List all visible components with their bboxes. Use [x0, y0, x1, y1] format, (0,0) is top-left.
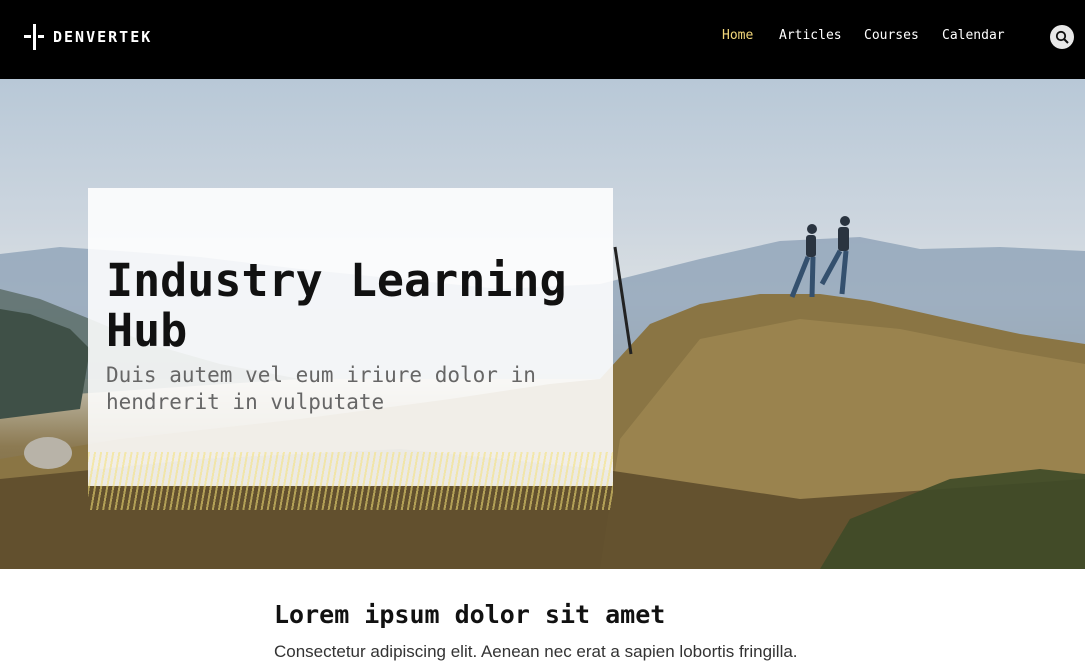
search-button[interactable] — [1050, 25, 1074, 49]
brand-name: DENVERTEK — [53, 28, 153, 46]
section-text: Consectetur adipiscing elit. Aenean nec … — [274, 642, 798, 661]
logo-mark-icon — [24, 24, 44, 50]
nav-item-calendar[interactable]: Calendar — [942, 28, 1005, 43]
brand-logo[interactable]: DENVERTEK — [24, 24, 152, 50]
nav-item-home[interactable]: Home — [722, 28, 753, 43]
hero-title: Industry Learning Hub — [106, 254, 567, 357]
search-icon — [1055, 30, 1069, 44]
hero-card-accent-stripes — [88, 452, 613, 510]
nav-item-articles[interactable]: Articles — [779, 28, 842, 43]
nav-item-courses[interactable]: Courses — [864, 28, 919, 43]
section-heading: Lorem ipsum dolor sit amet — [274, 600, 666, 629]
site-header: DENVERTEK Home Articles Courses Calendar — [0, 0, 1085, 79]
hero-subtitle: Duis autem vel eum iriure dolor in hendr… — [106, 363, 536, 414]
